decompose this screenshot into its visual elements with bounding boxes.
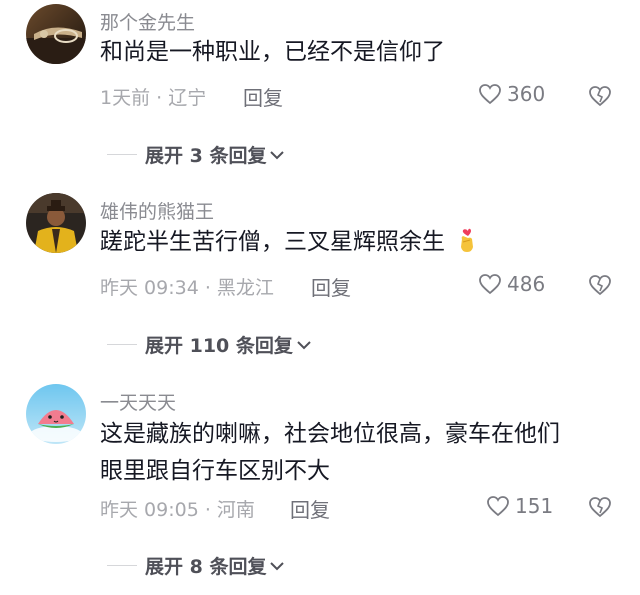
like-count: 486 — [507, 272, 546, 296]
finger-heart-emoji-icon — [456, 227, 478, 265]
comment-text: 和尚是一种职业，已经不是信仰了 — [100, 39, 445, 65]
person-yellow-suit-avatar-icon — [26, 193, 86, 253]
avatar[interactable] — [26, 384, 86, 444]
chevron-down-icon — [270, 150, 285, 159]
divider-line — [107, 344, 137, 345]
expand-replies-label: 展开 8 条回复 — [145, 556, 267, 578]
expand-replies-button[interactable]: 展开 3 条回复 — [107, 141, 285, 168]
like-button[interactable]: 486 — [478, 272, 545, 296]
comment-meta: 昨天 09:34 · 黑龙江 — [100, 277, 274, 299]
like-count: 360 — [507, 82, 546, 106]
avatar[interactable] — [26, 4, 86, 64]
reply-button[interactable]: 回复 — [243, 82, 283, 111]
username[interactable]: 一天天天 — [100, 388, 176, 415]
chevron-down-icon — [270, 561, 285, 570]
expand-replies-button[interactable]: 展开 8 条回复 — [107, 552, 285, 579]
heart-outline-icon — [487, 496, 509, 517]
divider-line — [107, 565, 137, 566]
broken-heart-icon[interactable] — [587, 495, 613, 519]
expand-replies-label: 展开 3 条回复 — [145, 145, 267, 167]
username[interactable]: 雄伟的熊猫王 — [100, 197, 214, 224]
comment-text-content: 蹉跎半生苦行僧，三叉星辉照余生 — [100, 229, 445, 255]
reply-button[interactable]: 回复 — [311, 272, 351, 301]
broken-heart-icon[interactable] — [587, 84, 613, 108]
expand-replies-button[interactable]: 展开 110 条回复 — [107, 331, 312, 358]
car-steering-avatar-icon — [26, 4, 86, 64]
watermelon-avatar-icon — [26, 384, 86, 444]
expand-replies-label: 展开 110 条回复 — [145, 335, 293, 357]
username[interactable]: 那个金先生 — [100, 8, 195, 35]
heart-outline-icon — [479, 84, 501, 105]
like-count: 151 — [515, 494, 554, 518]
comment-text-line: 这是藏族的喇嘛，社会地位很高，豪车在他们 — [100, 421, 560, 447]
comment-text: 这是藏族的喇嘛，社会地位很高，豪车在他们 眼里跟自行车区别不大 — [100, 416, 620, 490]
comment-text-line: 眼里跟自行车区别不大 — [100, 458, 330, 484]
heart-outline-icon — [479, 274, 501, 295]
comment-text: 蹉跎半生苦行僧，三叉星辉照余生 — [100, 224, 620, 265]
divider-line — [107, 154, 137, 155]
broken-heart-icon[interactable] — [587, 273, 613, 297]
like-button[interactable]: 151 — [486, 494, 553, 518]
reply-button[interactable]: 回复 — [290, 494, 330, 523]
comment-meta: 昨天 09:05 · 河南 — [100, 499, 255, 521]
like-button[interactable]: 360 — [478, 82, 545, 106]
chevron-down-icon — [297, 340, 311, 349]
comment-meta: 1天前 · 辽宁 — [100, 87, 207, 109]
avatar[interactable] — [26, 193, 86, 253]
